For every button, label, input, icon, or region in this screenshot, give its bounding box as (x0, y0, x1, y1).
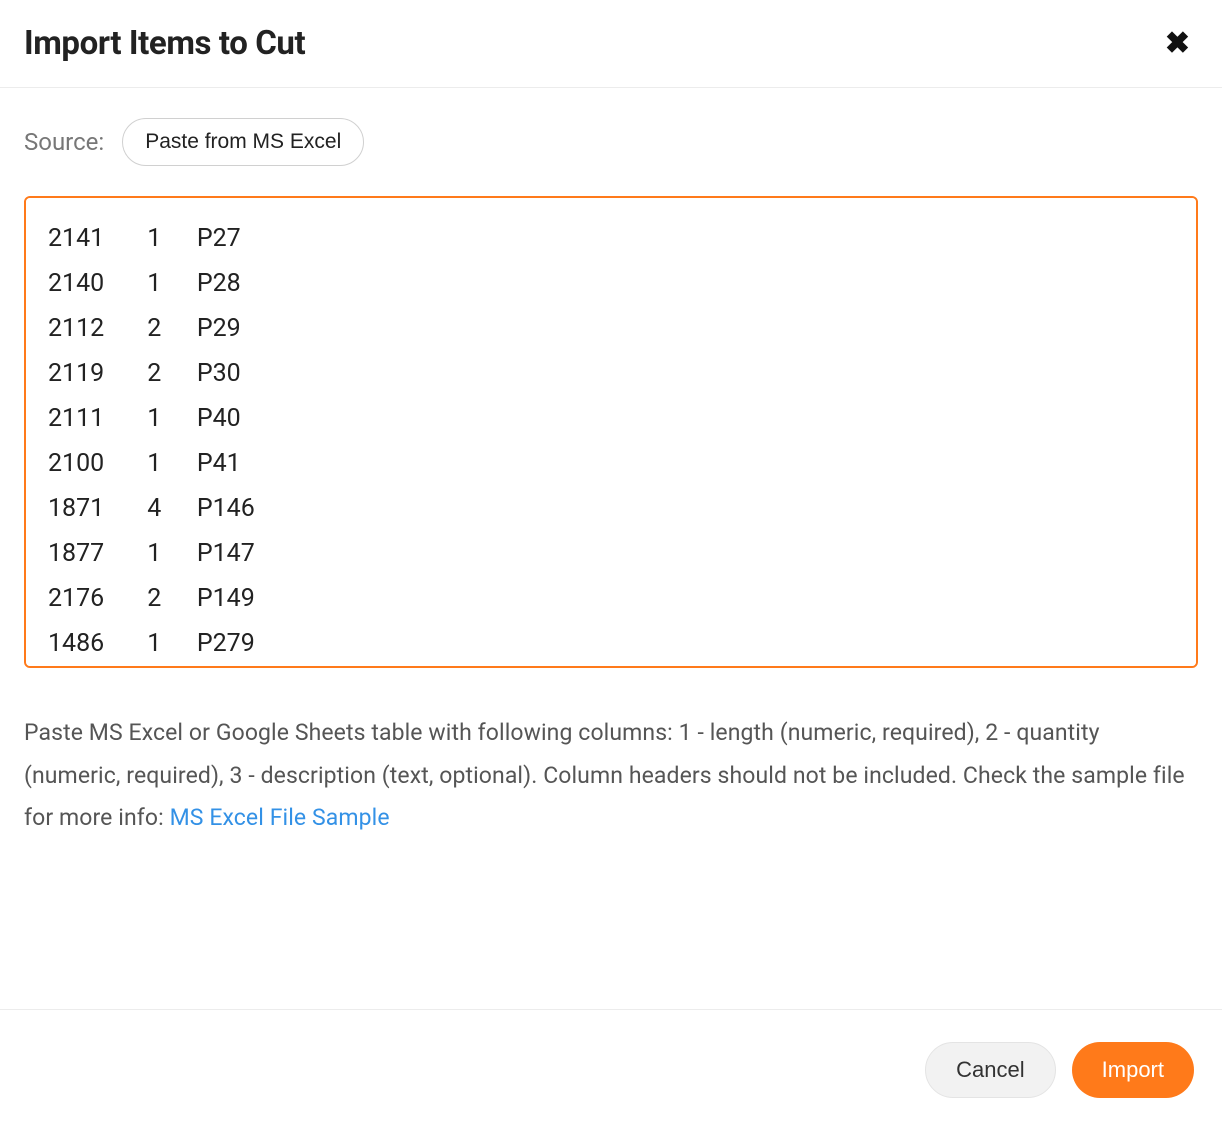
import-dialog: Import Items to Cut ✖ Source: Paste from… (0, 0, 1222, 1130)
cancel-button[interactable]: Cancel (925, 1042, 1055, 1098)
dialog-body: Source: Paste from MS Excel Paste MS Exc… (0, 88, 1222, 1009)
sample-file-link[interactable]: MS Excel File Sample (170, 804, 390, 831)
source-option-paste-excel[interactable]: Paste from MS Excel (122, 118, 364, 166)
close-icon[interactable]: ✖ (1161, 25, 1194, 63)
import-button[interactable]: Import (1072, 1042, 1194, 1098)
dialog-header: Import Items to Cut ✖ (0, 0, 1222, 88)
dialog-title: Import Items to Cut (24, 24, 305, 63)
source-row: Source: Paste from MS Excel (24, 118, 1198, 166)
paste-textarea[interactable] (24, 196, 1198, 668)
source-label: Source: (24, 128, 104, 156)
helper-text: Paste MS Excel or Google Sheets table wi… (24, 712, 1198, 840)
dialog-footer: Cancel Import (0, 1009, 1222, 1130)
